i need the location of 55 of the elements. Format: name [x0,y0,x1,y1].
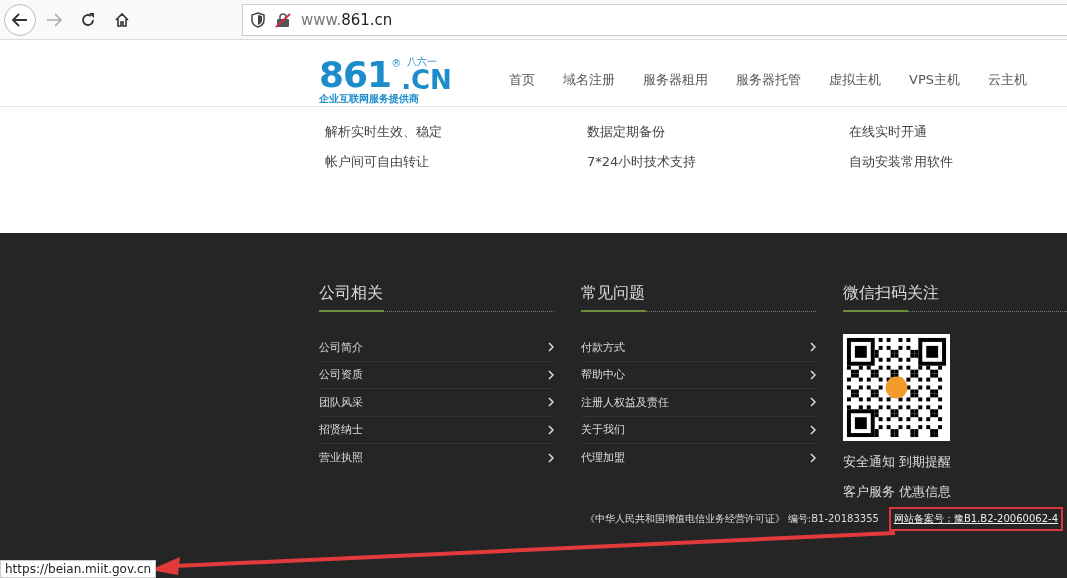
license-text: 《中华人民共和国增值电信业务经营许可证》 编号:B1-20183355 [584,512,879,526]
nav-link[interactable]: 服务器租用 [643,71,708,89]
faq-link[interactable]: 付款方式 [581,334,816,362]
nav-link[interactable]: 服务器托管 [736,71,801,89]
shield-icon[interactable] [251,11,265,28]
chevron-right-icon [810,397,816,408]
logo-tagline: 企业互联网服务提供商 [319,93,420,104]
section-heading: 公司相关 [319,283,384,304]
home-icon [114,11,130,28]
logo-number: 861 [319,56,392,93]
chevron-right-icon [548,424,554,435]
footer-link[interactable]: 招贤纳士 [319,416,554,444]
nav-link[interactable]: 域名注册 [563,71,615,89]
url-text: www.861.cn [301,10,393,29]
chevron-right-icon [548,342,554,353]
feature-text: 自动安装常用软件 [849,153,954,171]
feature-text: 帐户间可自由转让 [325,153,430,171]
chevron-right-icon [810,424,816,435]
nav-link[interactable]: 虚拟主机 [829,71,881,89]
nav-link[interactable]: 首页 [509,71,535,89]
status-url: https://beian.miit.gov.cn [0,560,157,578]
registered-mark: ® [391,58,402,69]
nav-link[interactable]: VPS主机 [909,71,960,89]
insecure-lock-icon[interactable] [275,11,291,28]
footer-link[interactable]: 团队风采 [319,389,554,417]
footer-link[interactable]: 公司简介 [319,334,554,362]
address-bar[interactable]: www.861.cn [242,3,1067,36]
chevron-right-icon [548,397,554,408]
wechat-text: 安全通知 到期提醒 [843,453,953,471]
feature-text: 7*24小时技术支持 [587,153,698,171]
faq-link[interactable]: 代理加盟 [581,444,816,472]
feature-text: 解析实时生效、稳定 [325,123,443,141]
footer-link[interactable]: 营业执照 [319,444,554,472]
chevron-right-icon [810,369,816,380]
faq-link[interactable]: 注册人权益及责任 [581,389,816,417]
logo-chinese-number: 八六一 [407,56,438,67]
footer-link[interactable]: 公司资质 [319,361,554,389]
record-number-link[interactable]: 网站备案号：豫B1.B2-20060062-4 [893,512,1058,526]
nav-link[interactable]: 云主机 [988,71,1027,89]
feature-text: 在线实时开通 [849,123,928,141]
chevron-right-icon [548,452,554,463]
faq-link[interactable]: 帮助中心 [581,361,816,389]
chevron-right-icon [810,452,816,463]
section-heading: 微信扫码关注 [843,283,940,304]
back-button[interactable] [4,3,36,36]
faq-link[interactable]: 关于我们 [581,416,816,444]
reload-icon [80,11,96,28]
chevron-right-icon [810,342,816,353]
feature-text: 数据定期备份 [587,123,666,141]
section-heading: 常见问题 [581,283,646,304]
right-arrow-icon [45,10,63,29]
logo-suffix: .CN [401,66,452,93]
wechat-text: 客户服务 优惠信息 [843,483,953,501]
chevron-right-icon [548,369,554,380]
left-arrow-icon [11,10,29,29]
